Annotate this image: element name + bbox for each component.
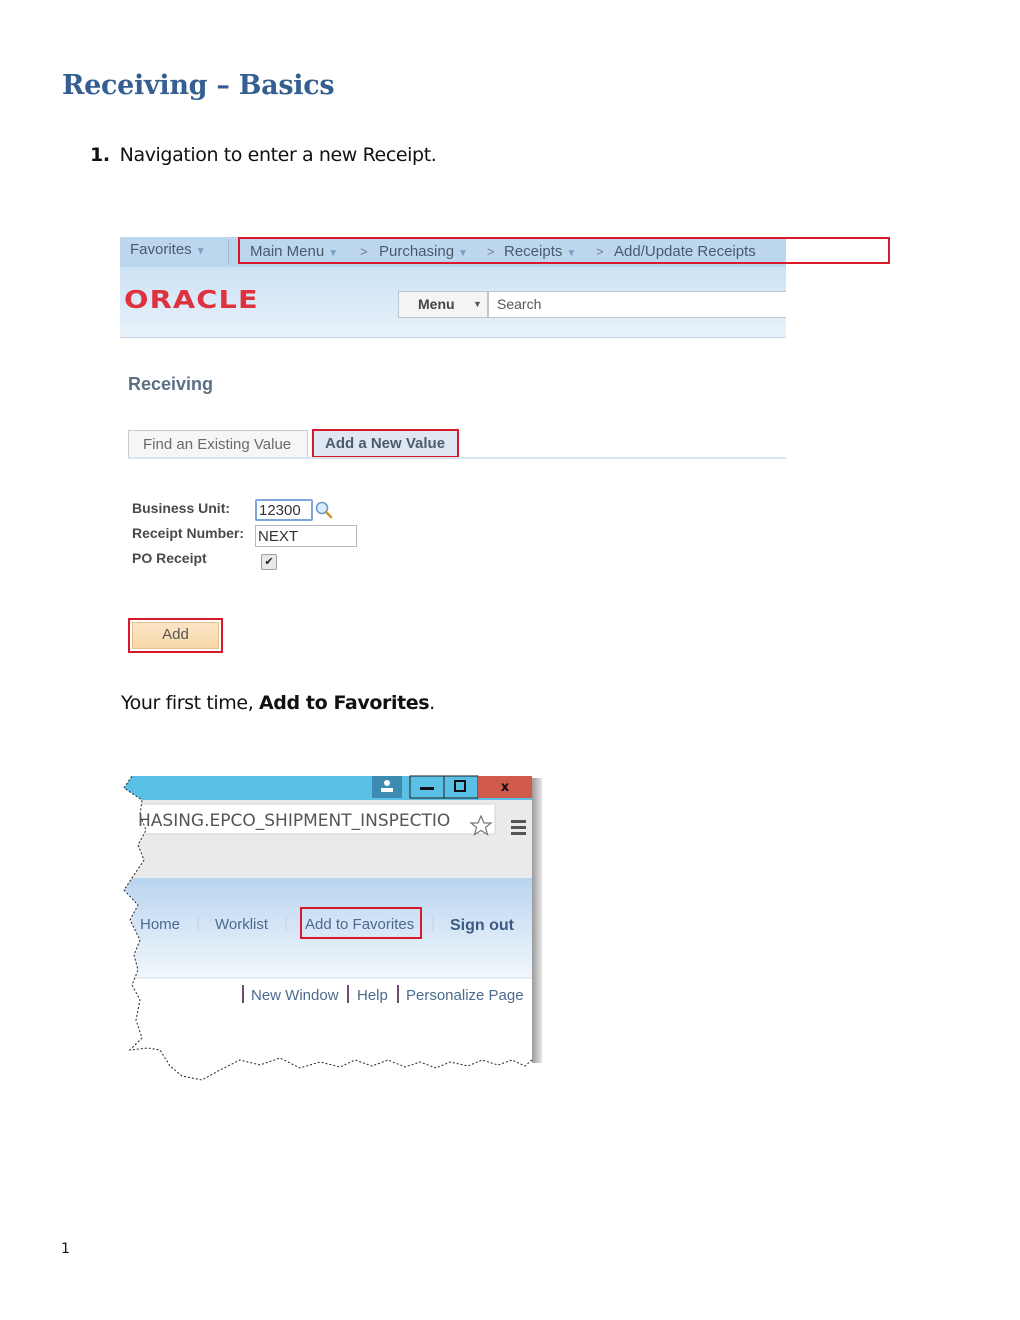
close-icon: x xyxy=(501,780,510,795)
checkmark-icon: ✔ xyxy=(264,556,274,568)
divider xyxy=(228,239,229,265)
worklist-link[interactable]: Worklist xyxy=(215,916,269,933)
tab-find-existing-value[interactable]: Find an Existing Value xyxy=(128,430,308,458)
step-text: Navigation to enter a new Receipt. xyxy=(119,144,437,166)
chevron-right-icon: > xyxy=(487,244,495,259)
minimize-icon xyxy=(420,787,434,790)
menu-label: Menu xyxy=(418,296,455,312)
chevron-down-icon: ▼ xyxy=(473,299,482,309)
chevron-right-icon: > xyxy=(360,244,368,259)
breadcrumb-main-menu[interactable]: Main Menu ▼ xyxy=(250,243,338,260)
header-banner: ORACLE Menu ▼ Search xyxy=(120,267,786,338)
oracle-logo: ORACLE xyxy=(124,285,259,314)
add-button[interactable]: Add xyxy=(132,622,219,649)
breadcrumb-label: Purchasing xyxy=(379,243,455,260)
menu-dropdown[interactable]: Menu ▼ xyxy=(398,291,488,318)
page-number: 1 xyxy=(61,1241,70,1257)
sign-out-link[interactable]: Sign out xyxy=(450,917,515,934)
chevron-down-icon: ▼ xyxy=(458,248,468,259)
add-to-favorites-link[interactable]: Add to Favorites xyxy=(305,916,414,933)
page-title: Receiving xyxy=(128,374,214,394)
receipt-number-input[interactable]: NEXT xyxy=(255,525,357,547)
instruction-bold: Add to Favorites xyxy=(258,692,430,714)
step-1: 1. Navigation to enter a new Receipt. xyxy=(90,144,437,166)
breadcrumb-label: Main Menu xyxy=(250,243,325,260)
url-text: HASING.EPCO_SHIPMENT_INSPECTIO xyxy=(138,811,450,831)
new-window-link[interactable]: New Window xyxy=(251,987,339,1004)
breadcrumb-purchasing[interactable]: Purchasing ▼ xyxy=(379,243,468,260)
favorites-menu[interactable]: Favorites ▼ xyxy=(130,241,206,258)
user-icon-button[interactable] xyxy=(372,776,402,798)
instruction-paragraph: Your first time, Add to Favorites. xyxy=(121,692,435,714)
business-unit-input[interactable]: 12300 xyxy=(255,499,313,521)
breadcrumb-add-update-receipts[interactable]: Add/Update Receipts xyxy=(614,243,756,260)
restore-button[interactable] xyxy=(443,775,479,799)
breadcrumb-highlight: Main Menu ▼ > Purchasing ▼ > Receipts ▼ > A… xyxy=(238,237,890,264)
chevron-right-icon: > xyxy=(596,244,604,259)
step-number: 1. xyxy=(90,144,110,166)
breadcrumb-label: Receipts xyxy=(504,243,563,260)
search-input[interactable]: Search xyxy=(488,291,786,318)
hamburger-menu-icon[interactable] xyxy=(511,820,526,835)
lookup-magnifier-icon[interactable] xyxy=(314,500,334,520)
document-title: Receiving – Basics xyxy=(62,70,335,101)
favorites-label: Favorites xyxy=(130,241,192,258)
tab-add-new-value[interactable]: Add a New Value xyxy=(312,429,459,458)
business-unit-label: Business Unit: xyxy=(132,500,231,516)
receipt-number-label: Receipt Number: xyxy=(132,525,245,541)
help-link[interactable]: Help xyxy=(357,987,388,1004)
personalize-page-link[interactable]: Personalize Page xyxy=(406,987,524,1004)
po-receipt-label: PO Receipt xyxy=(132,550,207,566)
navbar: Favorites ▼ Main Menu ▼ > Purchasing ▼ > Re… xyxy=(120,237,890,267)
instruction-suffix: . xyxy=(429,692,435,714)
chevron-down-icon: ▼ xyxy=(328,248,339,259)
chevron-down-icon: ▼ xyxy=(566,248,577,259)
screenshot-add-to-favorites: x HASING.EPCO_SHIPMENT_INSPECTIO Home Wo… xyxy=(120,770,545,1090)
user-icon xyxy=(384,780,390,786)
tab-divider xyxy=(128,457,786,459)
instruction-text: Your first time, xyxy=(121,692,259,714)
torn-edge-frame: x HASING.EPCO_SHIPMENT_INSPECTIO Home Wo… xyxy=(123,775,533,1081)
breadcrumb-receipts[interactable]: Receipts ▼ xyxy=(504,243,576,260)
po-receipt-checkbox[interactable]: ✔ xyxy=(261,554,277,570)
screenshot-navigation: Favorites ▼ Main Menu ▼ > Purchasing ▼ > Re… xyxy=(120,237,890,657)
home-link[interactable]: Home xyxy=(140,916,180,933)
chevron-down-icon: ▼ xyxy=(195,246,206,257)
